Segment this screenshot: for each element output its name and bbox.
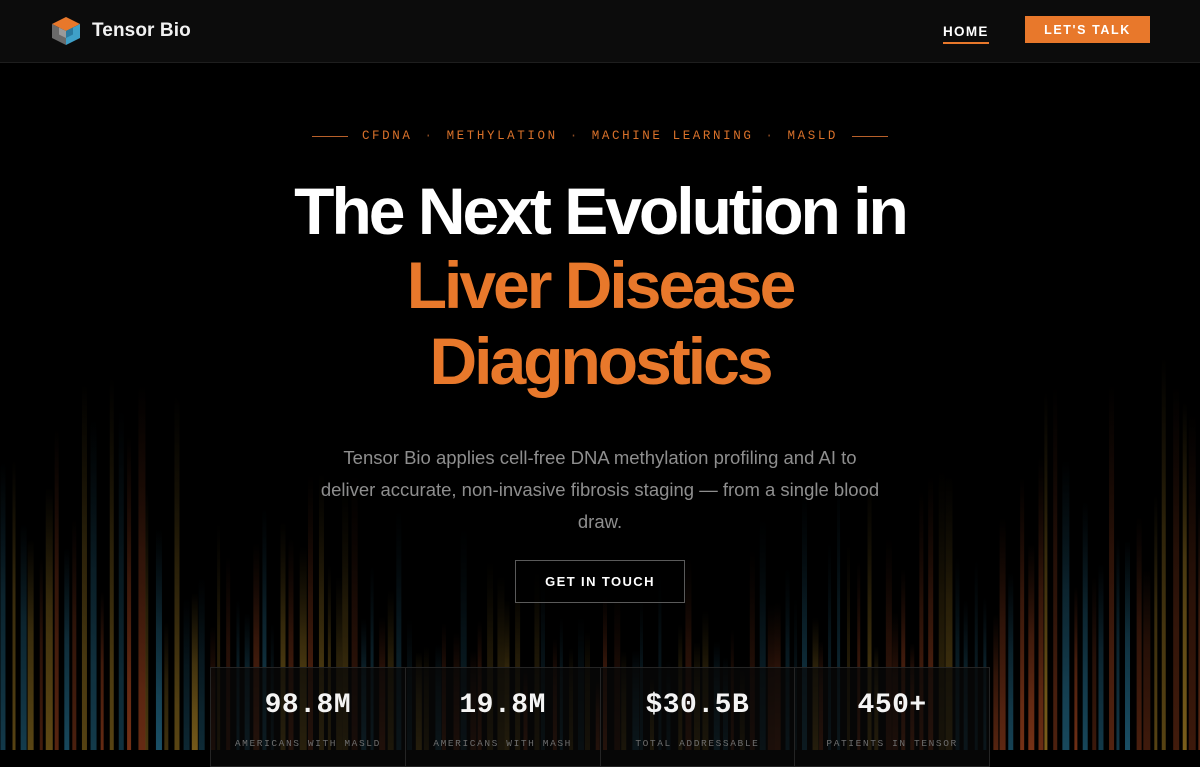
- stat-market: $30.5B TOTAL ADDRESSABLE: [601, 668, 796, 766]
- headline-line-3: Diagnostics: [429, 324, 773, 398]
- stat-label: AMERICANS WITH MASH: [433, 738, 572, 749]
- tagline-rule-left: [311, 135, 348, 137]
- stat-value: 450+: [857, 690, 927, 721]
- headline-line-2: Liver Disease: [406, 248, 797, 322]
- nav-link-home[interactable]: HOME: [943, 24, 989, 44]
- tag-separator: ·: [765, 129, 776, 143]
- stat-value: 98.8M: [264, 690, 352, 721]
- tag-masld: MASLD: [787, 129, 839, 143]
- tagline-rule-right: [852, 135, 889, 137]
- tag-separator: ·: [569, 129, 580, 143]
- stats-strip: 98.8M AMERICANS WITH MASLD 19.8M AMERICA…: [210, 667, 990, 767]
- stat-label: AMERICANS WITH MASLD: [234, 738, 381, 749]
- top-nav: Tensor Bio HOME LET'S TALK: [0, 0, 1200, 63]
- headline-line-1: The Next Evolution in: [294, 174, 909, 248]
- tag-cfdna: CFDNA: [361, 129, 413, 143]
- brand-name: Tensor Bio: [92, 20, 191, 41]
- hero-description: Tensor Bio applies cell-free DNA methyla…: [320, 446, 880, 532]
- tag-methylation: METHYLATION: [446, 129, 558, 143]
- stat-label: PATIENTS IN TENSOR: [826, 738, 958, 749]
- tag-separator: ·: [424, 129, 435, 143]
- stat-patients: 450+ PATIENTS IN TENSOR: [795, 668, 989, 766]
- stat-label: TOTAL ADDRESSABLE: [635, 738, 760, 749]
- stat-mash: 19.8M AMERICANS WITH MASH: [406, 668, 601, 766]
- stat-value: 19.8M: [459, 690, 546, 721]
- methylation-bars-visualization: [0, 64, 1200, 750]
- lets-talk-button[interactable]: LET'S TALK: [1025, 16, 1150, 43]
- tag-machine-learning: MACHINE LEARNING: [591, 129, 754, 143]
- stat-masld: 98.8M AMERICANS WITH MASLD: [211, 668, 406, 766]
- brand-logo[interactable]: Tensor Bio: [49, 15, 191, 47]
- cube-logo-icon: [52, 17, 80, 45]
- hero-tagline: CFDNA · METHYLATION · MACHINE LEARNING · MASLD: [0, 129, 1200, 143]
- get-in-touch-button[interactable]: GET IN TOUCH: [515, 560, 685, 603]
- stat-value: $30.5B: [645, 690, 750, 721]
